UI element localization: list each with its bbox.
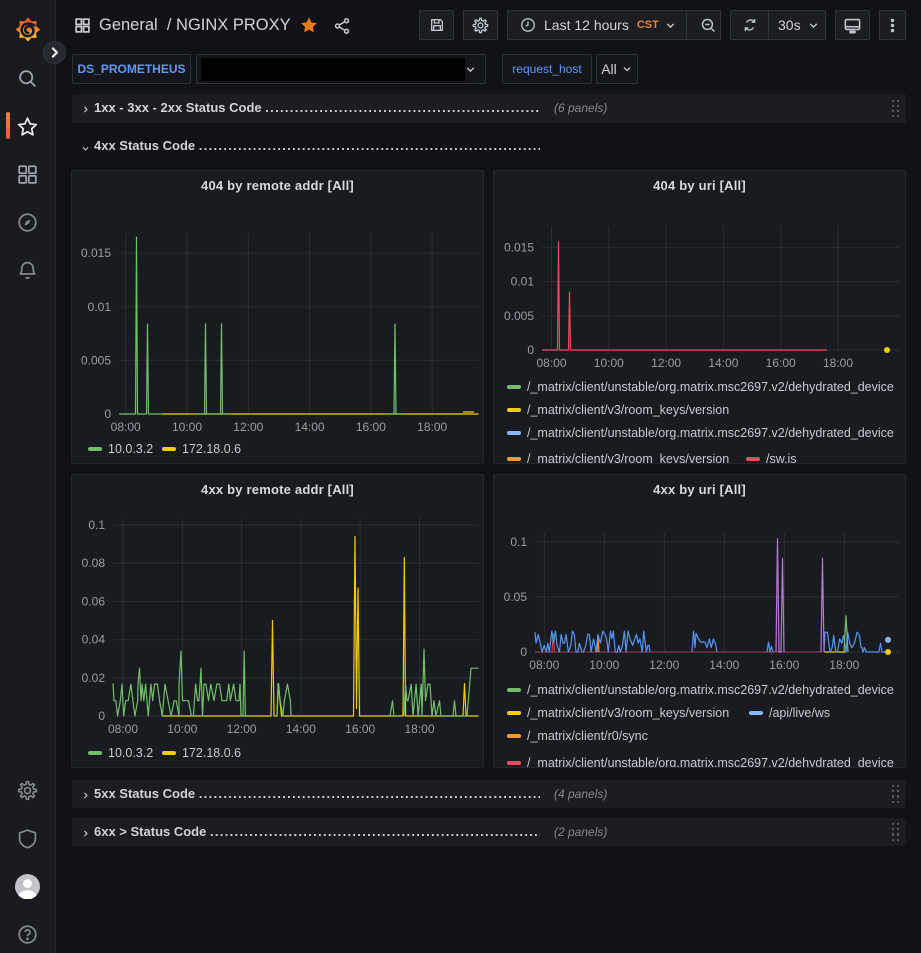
svg-text:18:00: 18:00 [417,420,447,434]
svg-text:12:00: 12:00 [227,722,257,736]
svg-text:0.015: 0.015 [81,246,111,260]
svg-text:08:00: 08:00 [536,356,566,370]
svg-text:0.005: 0.005 [81,353,111,367]
svg-text:10:00: 10:00 [594,356,624,370]
svg-text:08:00: 08:00 [529,658,559,672]
svg-text:08:00: 08:00 [108,722,138,736]
svg-text:0.01: 0.01 [88,300,112,314]
svg-text:10:00: 10:00 [172,420,202,434]
svg-text:0.1: 0.1 [88,518,105,532]
svg-text:14:00: 14:00 [286,722,316,736]
svg-text:12:00: 12:00 [651,356,681,370]
svg-text:0: 0 [520,645,527,659]
svg-text:08:00: 08:00 [111,420,141,434]
svg-text:0: 0 [104,407,111,421]
svg-text:10:00: 10:00 [167,722,197,736]
svg-text:0: 0 [527,343,534,357]
svg-text:18:00: 18:00 [829,658,859,672]
svg-text:12:00: 12:00 [649,658,679,672]
svg-text:14:00: 14:00 [709,658,739,672]
svg-text:16:00: 16:00 [356,420,386,434]
svg-text:0.015: 0.015 [504,240,534,254]
svg-text:18:00: 18:00 [404,722,434,736]
svg-text:0.04: 0.04 [82,633,106,647]
svg-text:0.08: 0.08 [82,556,106,570]
svg-text:0.05: 0.05 [504,590,528,604]
svg-text:16:00: 16:00 [766,356,796,370]
svg-text:18:00: 18:00 [823,356,853,370]
svg-text:10:00: 10:00 [589,658,619,672]
svg-text:16:00: 16:00 [769,658,799,672]
svg-text:14:00: 14:00 [708,356,738,370]
svg-text:0.1: 0.1 [510,535,527,549]
svg-text:16:00: 16:00 [345,722,375,736]
svg-text:0.06: 0.06 [82,594,106,608]
svg-text:14:00: 14:00 [295,420,325,434]
svg-text:0: 0 [98,709,105,723]
svg-text:0.01: 0.01 [511,275,535,289]
svg-text:0.005: 0.005 [504,309,534,323]
svg-text:12:00: 12:00 [233,420,263,434]
svg-text:0.02: 0.02 [82,671,106,685]
